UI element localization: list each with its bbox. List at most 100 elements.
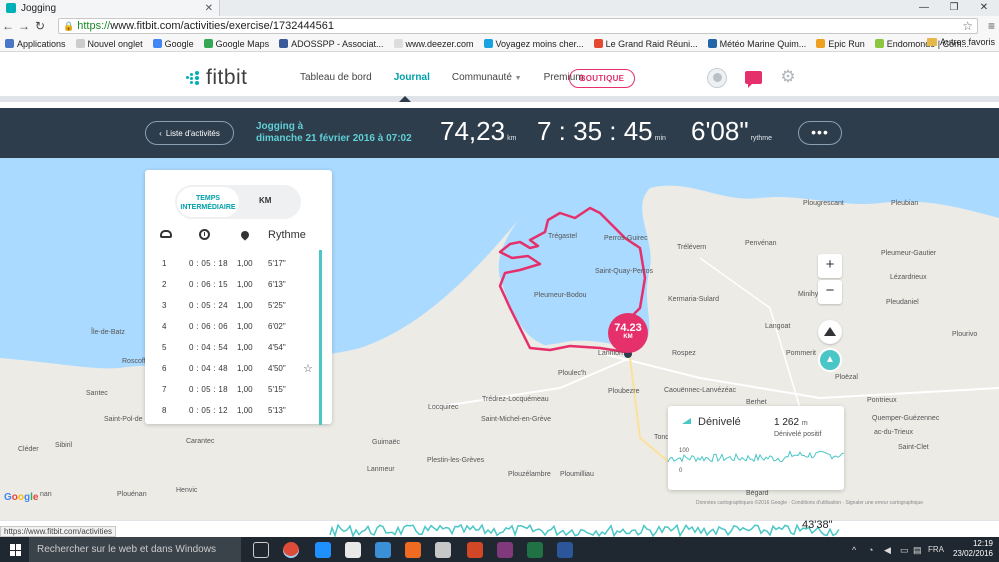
gear-icon[interactable]: ⚙ (779, 68, 797, 86)
fitbit-logo[interactable]: fitbit (186, 66, 248, 90)
table-row[interactable]: 6 0 : 04 : 48 1,00 4'50" ☆ (145, 359, 332, 379)
task-view-icon[interactable] (253, 542, 269, 558)
bookmark-label: Applications (17, 38, 66, 49)
battery-icon[interactable]: ▭ (900, 545, 909, 556)
notification-icon[interactable]: ▤ (913, 545, 922, 556)
wifi-icon[interactable]: ◔ (868, 545, 873, 555)
pace-value: 6'08" (691, 116, 749, 146)
split-pace: 4'50" (268, 364, 286, 373)
url-input[interactable]: 🔒 https:// www.fitbit.com/activities/exe… (58, 18, 978, 34)
edge-icon[interactable] (315, 542, 331, 558)
place-label: Pleubian (891, 200, 919, 207)
reload-icon[interactable]: ↻ (32, 19, 48, 33)
place-label: Saint-Pol-de (104, 416, 143, 423)
windows-start-icon[interactable] (10, 544, 22, 556)
bookmark-item[interactable]: Google (148, 39, 199, 49)
bookmark-star-icon[interactable]: ☆ (962, 19, 973, 33)
split-pace: 5'13" (268, 406, 286, 415)
zoom-in-button[interactable]: + (818, 254, 842, 278)
pace-chart-strip (0, 520, 999, 537)
powerpoint-icon[interactable] (467, 542, 483, 558)
word-icon[interactable] (557, 542, 573, 558)
place-label: Cléder (18, 446, 39, 453)
avatar[interactable] (707, 68, 727, 88)
clock-date: 23/02/2016 (952, 549, 993, 558)
nav-dashboard[interactable]: Tableau de bord (300, 72, 372, 83)
bookmarks-bar: Applications Nouvel onglet Google Google Ma… (0, 36, 999, 52)
excel-icon[interactable] (527, 542, 543, 558)
bookmark-label: www.deezer.com (405, 38, 474, 49)
scrollbar[interactable] (319, 250, 322, 425)
back-arrow-icon[interactable]: ← (0, 19, 16, 33)
boutique-button[interactable]: BOUTIQUE (569, 69, 635, 88)
browser-menu-icon[interactable]: ≡ (988, 19, 995, 33)
tab-split-time[interactable]: TEMPS INTERMÉDIAIRE (177, 187, 239, 217)
bookmark-item[interactable]: www.deezer.com (389, 39, 479, 49)
split-pace: 5'25" (268, 301, 286, 310)
bookmark-item[interactable]: Météo Marine Quim... (703, 39, 812, 49)
table-row[interactable]: 7 0 : 05 : 18 1,00 5'15" (145, 380, 332, 400)
tab-km[interactable]: KM (259, 196, 271, 205)
media-player-icon[interactable] (405, 542, 421, 558)
bookmark-label: Google (164, 38, 194, 49)
photos-icon[interactable] (435, 542, 451, 558)
pace-unit: rythme (750, 135, 772, 142)
browser-tab[interactable]: Jogging ✕ (0, 0, 220, 16)
taskbar-search-input[interactable]: Rechercher sur le web et dans Windows (29, 537, 241, 562)
place-label: Sibiril (55, 442, 73, 449)
maximize-icon[interactable]: ❐ (939, 0, 969, 16)
store-icon[interactable] (375, 542, 391, 558)
bookmark-item[interactable]: Epic Run (811, 39, 870, 49)
close-tab-icon[interactable]: ✕ (205, 3, 213, 14)
more-options-button[interactable]: ••• (798, 121, 842, 145)
bookmark-item[interactable]: Le Grand Raid Réuni... (589, 39, 703, 49)
file-explorer-icon[interactable] (345, 542, 361, 558)
place-label: Pommerit (786, 350, 816, 357)
place-label: Plouzélambre (508, 471, 551, 478)
message-icon[interactable] (745, 71, 762, 88)
distance-value: 74,23 (440, 116, 506, 146)
folder-icon (926, 38, 937, 46)
split-pace: 5'15" (268, 385, 286, 394)
bookmark-item[interactable]: Voyagez moins cher... (479, 39, 589, 49)
activity-list-button[interactable]: ‹ Liste d'activités (145, 121, 234, 145)
zoom-out-button[interactable]: − (818, 280, 842, 304)
forward-arrow-icon[interactable]: → (16, 19, 32, 33)
split-time: 0 : 06 : 15 (189, 280, 228, 289)
minimize-icon[interactable]: — (909, 0, 939, 16)
nav-community[interactable]: Communauté ▼ (452, 72, 522, 83)
elevation-chart[interactable] (668, 406, 844, 490)
table-row[interactable]: 1 0 : 05 : 18 1,00 5'17" (145, 254, 332, 274)
map-attribution[interactable]: Données cartographiques ©2016 Google · C… (696, 500, 923, 506)
onenote-icon[interactable] (497, 542, 513, 558)
bookmark-item[interactable]: Google Maps (199, 39, 275, 49)
table-row[interactable]: 8 0 : 05 : 12 1,00 5'13" (145, 401, 332, 421)
volume-icon[interactable]: ◀ (884, 545, 891, 556)
bookmark-item[interactable]: ADOSSPP - Associat... (274, 39, 388, 49)
table-row[interactable]: 4 0 : 06 : 06 1,00 6'02" (145, 317, 332, 337)
place-label: Santec (86, 390, 108, 397)
close-window-icon[interactable]: ✕ (969, 0, 999, 16)
tray-arrow-icon[interactable]: ^ (852, 545, 856, 555)
bookmark-item[interactable]: Applications (0, 39, 71, 49)
route-distance-badge[interactable]: 74.23 KM (608, 313, 648, 353)
other-bookmarks[interactable]: Autres favoris (926, 37, 995, 47)
place-label: Saint-Clet (898, 444, 929, 451)
bookmark-item[interactable]: Nouvel onglet (71, 39, 148, 49)
chrome-icon[interactable] (283, 542, 299, 558)
clock[interactable]: 12:19 23/02/2016 (953, 539, 993, 559)
split-number: 8 (162, 406, 167, 415)
place-label: Plestin-les-Grèves (427, 457, 485, 464)
place-label: Pontrieux (867, 397, 897, 404)
split-distance: 1,00 (237, 364, 253, 373)
table-row[interactable]: 2 0 : 06 : 15 1,00 6'13" (145, 275, 332, 295)
language-indicator[interactable]: FRA (928, 545, 944, 554)
split-number: 6 (162, 364, 167, 373)
navigation-arrow-icon[interactable]: ▲ (818, 348, 842, 372)
terrain-toggle-icon[interactable] (818, 320, 842, 344)
table-row[interactable]: 5 0 : 04 : 54 1,00 4'54" (145, 338, 332, 358)
nav-journal[interactable]: Journal (394, 72, 430, 83)
nav-community-label: Communauté (451, 72, 512, 83)
split-distance: 1,00 (237, 406, 253, 415)
table-row[interactable]: 3 0 : 05 : 24 1,00 5'25" (145, 296, 332, 316)
